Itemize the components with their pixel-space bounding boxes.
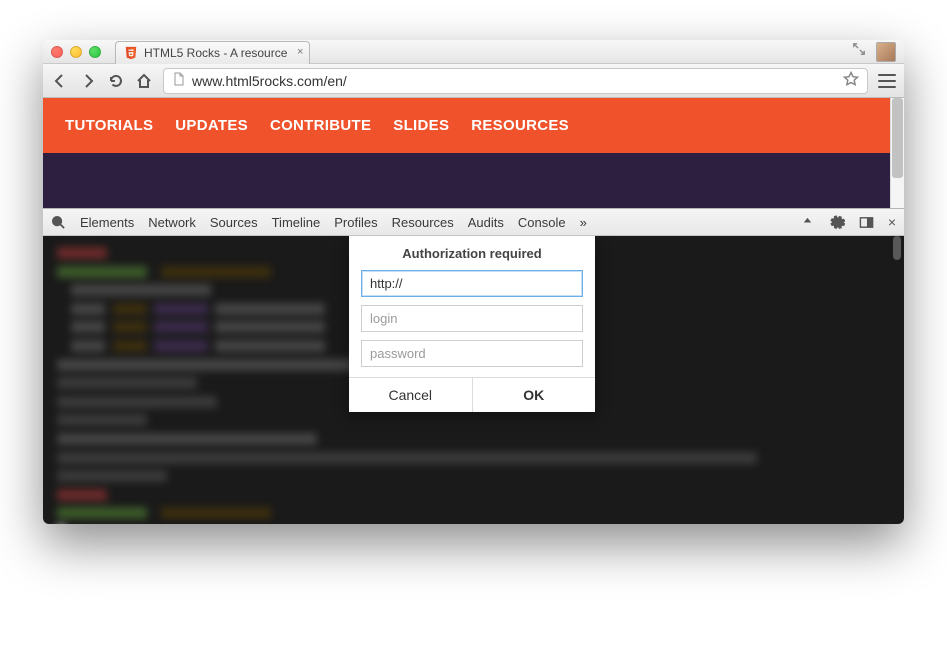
browser-tab[interactable]: HTML5 Rocks - A resource × (115, 41, 310, 64)
address-bar[interactable]: www.html5rocks.com/en/ (163, 68, 868, 94)
html5-favicon (124, 46, 138, 60)
page-content: TUTORIALS UPDATES CONTRIBUTE SLIDES RESO… (43, 98, 904, 208)
page-viewport: TUTORIALS UPDATES CONTRIBUTE SLIDES RESO… (43, 98, 904, 208)
profile-avatar[interactable] (876, 42, 896, 62)
titlebar: HTML5 Rocks - A resource × (43, 40, 904, 64)
home-button[interactable] (135, 72, 153, 90)
nav-tutorials[interactable]: TUTORIALS (65, 117, 153, 134)
hamburger-menu-icon[interactable] (878, 74, 896, 88)
window-controls (51, 46, 101, 58)
dock-side-icon[interactable] (859, 215, 874, 230)
tab-title: HTML5 Rocks - A resource (144, 46, 287, 60)
fullscreen-icon[interactable] (852, 42, 866, 61)
devtools-scrollbar-thumb[interactable] (893, 236, 901, 260)
url-text: www.html5rocks.com/en/ (192, 73, 347, 89)
reload-button[interactable] (107, 72, 125, 90)
tab-console[interactable]: Console (518, 215, 566, 230)
gear-icon[interactable] (829, 214, 845, 230)
tab-sources[interactable]: Sources (210, 215, 258, 230)
devtools-body: Authorization required Cancel OK (43, 236, 904, 524)
close-window-button[interactable] (51, 46, 63, 58)
cancel-button[interactable]: Cancel (349, 378, 472, 412)
browser-toolbar: www.html5rocks.com/en/ (43, 64, 904, 98)
tab-network[interactable]: Network (148, 215, 196, 230)
auth-password-input[interactable] (361, 340, 583, 367)
tab-audits[interactable]: Audits (468, 215, 504, 230)
dialog-title: Authorization required (349, 236, 595, 270)
nav-contribute[interactable]: CONTRIBUTE (270, 117, 371, 134)
devtools-tabbar: Elements Network Sources Timeline Profil… (43, 209, 904, 236)
zoom-window-button[interactable] (89, 46, 101, 58)
forward-button[interactable] (79, 72, 97, 90)
auth-dialog: Authorization required Cancel OK (349, 236, 595, 412)
nav-slides[interactable]: SLIDES (393, 117, 449, 134)
minimize-window-button[interactable] (70, 46, 82, 58)
devtools-panel: Elements Network Sources Timeline Profil… (43, 208, 904, 524)
tab-resources[interactable]: Resources (392, 215, 454, 230)
ok-button[interactable]: OK (472, 378, 596, 412)
nav-resources[interactable]: RESOURCES (471, 117, 569, 134)
tabs-overflow-icon[interactable]: » (580, 215, 587, 230)
search-icon[interactable] (51, 215, 66, 230)
bookmark-star-icon[interactable] (843, 71, 859, 90)
browser-window: HTML5 Rocks - A resource × www.html5r (43, 40, 904, 524)
close-tab-icon[interactable]: × (297, 46, 303, 58)
page-icon (172, 72, 186, 89)
page-scrollbar[interactable] (890, 98, 904, 208)
auth-url-input[interactable] (361, 270, 583, 297)
close-devtools-icon[interactable]: × (888, 214, 896, 230)
toggle-drawer-icon[interactable] (800, 215, 815, 230)
site-hero (43, 153, 904, 208)
site-nav: TUTORIALS UPDATES CONTRIBUTE SLIDES RESO… (43, 98, 904, 153)
auth-login-input[interactable] (361, 305, 583, 332)
nav-updates[interactable]: UPDATES (175, 117, 248, 134)
back-button[interactable] (51, 72, 69, 90)
tab-timeline[interactable]: Timeline (272, 215, 321, 230)
tab-profiles[interactable]: Profiles (334, 215, 377, 230)
devtools-scrollbar[interactable] (893, 236, 901, 524)
page-scrollbar-thumb[interactable] (892, 98, 903, 178)
tab-elements[interactable]: Elements (80, 215, 134, 230)
